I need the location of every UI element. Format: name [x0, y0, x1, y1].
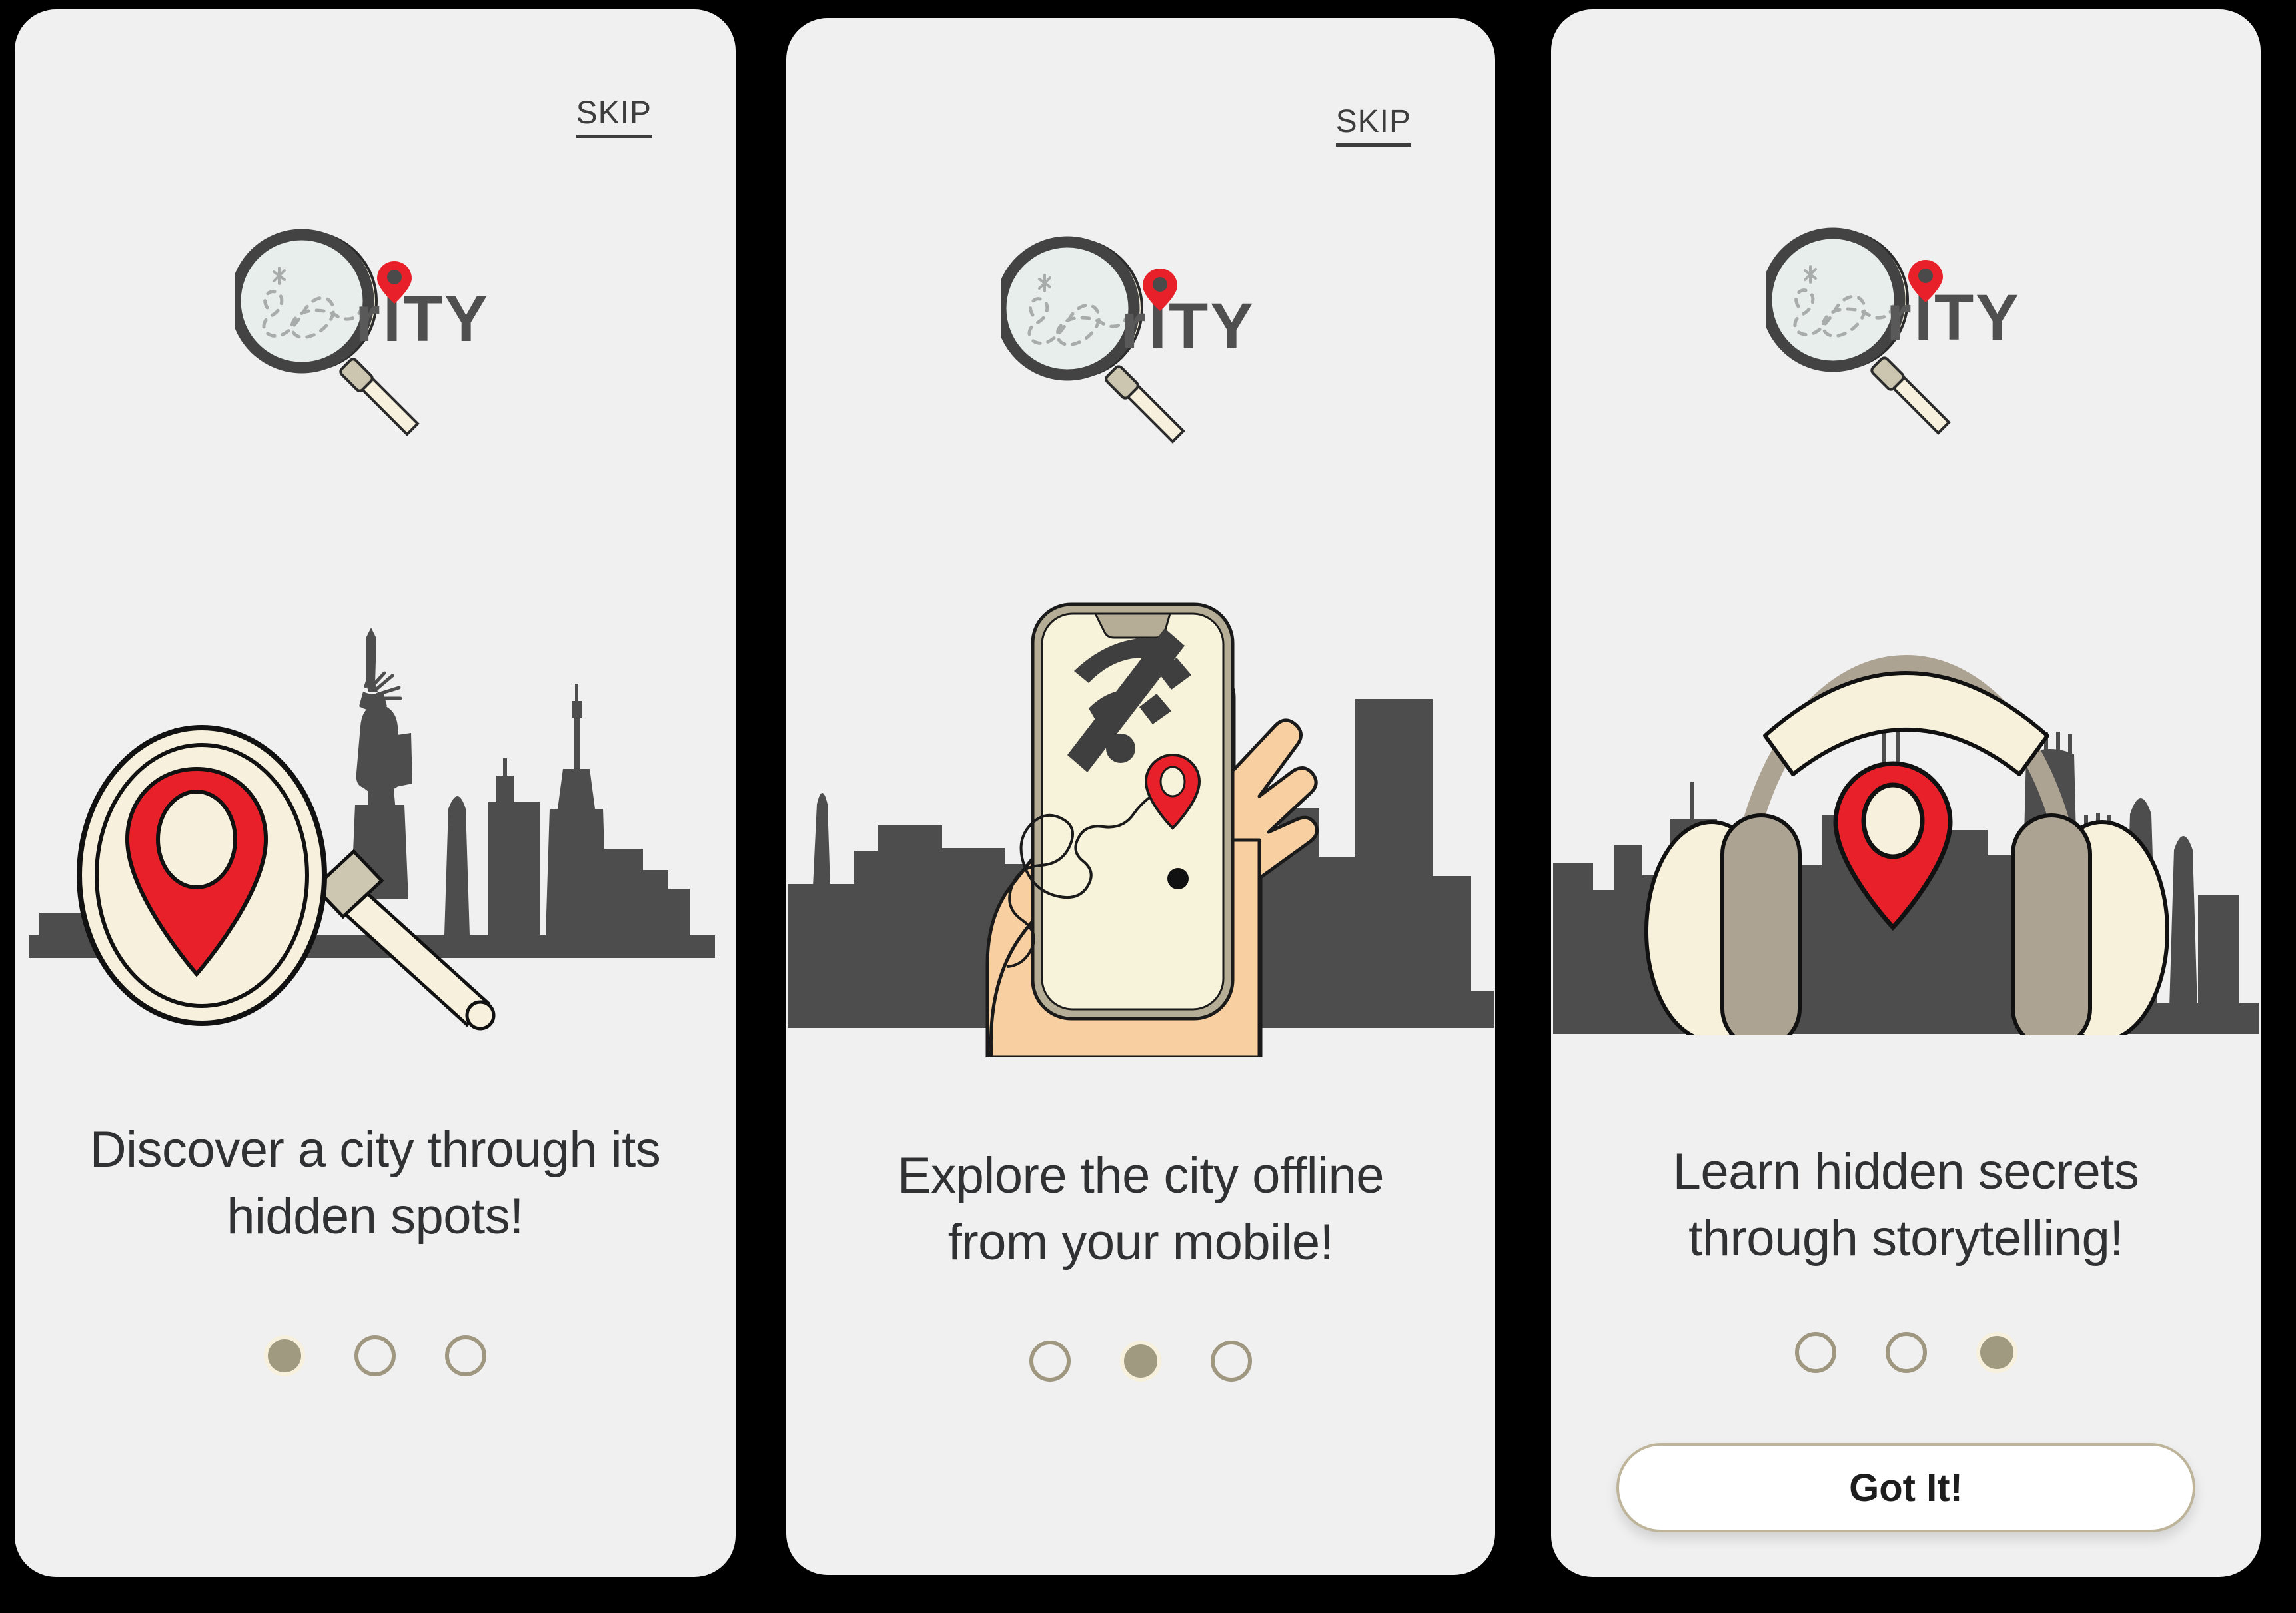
- caption-line-1: Learn hidden secrets: [1672, 1143, 2139, 1200]
- headphones-icon: [1552, 654, 2259, 1035]
- card-caption: Learn hidden secrets through storytellin…: [1586, 1139, 2226, 1273]
- card-caption: Discover a city through its hidden spots…: [49, 1117, 701, 1251]
- page-dot-2[interactable]: [354, 1335, 396, 1376]
- app-logo: r ITY: [786, 230, 1495, 450]
- onboarding-screen: SKIP r ITY Discover a city through its h…: [0, 0, 2296, 1613]
- illustration-headphones-skyline: [1551, 609, 2261, 1035]
- city-skyline-icon: [29, 628, 715, 1031]
- skip-button[interactable]: SKIP: [576, 97, 652, 138]
- svg-text:r: r: [1121, 290, 1146, 362]
- page-dot-1[interactable]: [264, 1335, 305, 1376]
- got-it-button[interactable]: Got It!: [1616, 1443, 2195, 1532]
- illustration-phone-offline: [786, 591, 1495, 1057]
- smartphone-icon: [788, 602, 1494, 1057]
- page-dot-1[interactable]: [1029, 1341, 1071, 1382]
- onboarding-card-2: SKIP r ITY Explore the city offline from…: [786, 18, 1495, 1575]
- magnifier-logo-icon: r ITY: [1766, 227, 2018, 435]
- page-indicator: [1551, 1332, 2261, 1373]
- svg-text:r: r: [355, 282, 381, 355]
- page-dot-2[interactable]: [1885, 1332, 1927, 1373]
- caption-line-1: Explore the city offline: [897, 1147, 1385, 1204]
- illustration-magnifier-skyline: [15, 596, 736, 1049]
- page-indicator: [786, 1341, 1495, 1382]
- page-dot-2[interactable]: [1120, 1341, 1161, 1382]
- onboarding-card-1: SKIP r ITY Discover a city through its h…: [15, 9, 736, 1577]
- app-logo: r ITY: [1551, 221, 2261, 441]
- caption-line-2: hidden spots!: [227, 1188, 524, 1245]
- caption-line-2: through storytelling!: [1688, 1210, 2123, 1267]
- card-caption: Explore the city offline from your mobil…: [821, 1143, 1460, 1277]
- svg-text:r: r: [1886, 281, 1912, 354]
- page-dot-1[interactable]: [1794, 1332, 1836, 1373]
- route-endpoint-dot: [1167, 868, 1189, 889]
- magnifier-logo-icon: r ITY: [235, 229, 488, 436]
- skip-button[interactable]: SKIP: [1335, 106, 1411, 147]
- page-indicator: [15, 1335, 736, 1376]
- onboarding-card-3: r ITY Learn hidden secrets through story…: [1551, 9, 2261, 1577]
- page-dot-3[interactable]: [445, 1335, 486, 1376]
- caption-line-1: Discover a city through its: [89, 1121, 661, 1178]
- magnifier-logo-icon: r ITY: [1001, 236, 1253, 444]
- app-logo: r ITY: [15, 223, 736, 442]
- caption-line-2: from your mobile!: [947, 1214, 1334, 1271]
- page-dot-3[interactable]: [1976, 1332, 2017, 1373]
- page-dot-3[interactable]: [1211, 1341, 1252, 1382]
